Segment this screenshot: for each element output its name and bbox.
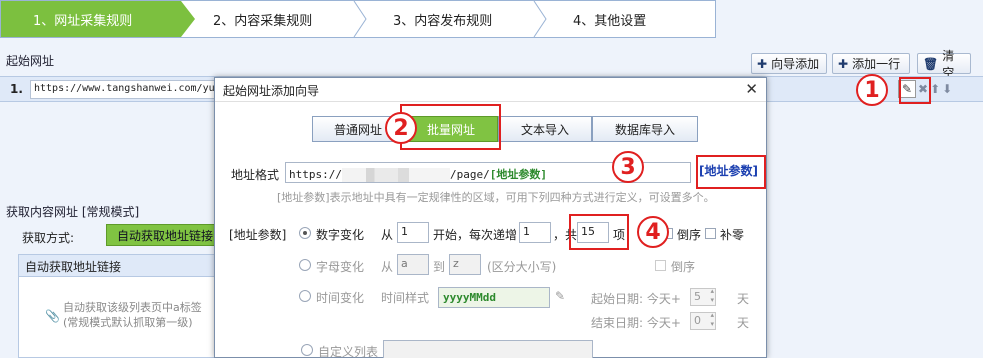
close-icon[interactable]: ✕ [745, 80, 758, 98]
custom-list-input[interactable] [383, 340, 593, 358]
note-line-2: (常规模式默认抓取第一级) [63, 316, 193, 329]
letter-reverse-checkbox[interactable] [655, 260, 666, 271]
start-url-input[interactable]: https://www.tangshanwei.com/yu [30, 80, 220, 99]
trash-icon: 🗑 [923, 56, 939, 71]
callout-number-3: 3 [612, 151, 644, 183]
auto-get-links-button[interactable]: 自动获取地址链接 [106, 224, 218, 246]
auto-links-panel-header: 自动获取地址链接 [19, 255, 217, 277]
plus-icon: ✚ [757, 56, 768, 71]
numeric-reverse-label: 倒序 [677, 228, 702, 242]
numeric-start-label: 开始，每次递增 [433, 228, 518, 242]
letter-to-input[interactable]: z [449, 254, 481, 275]
step-tab-content-rules[interactable]: 2、内容采集规则 [181, 1, 367, 37]
letter-label: 字母变化 [316, 260, 365, 274]
time-style-label: 时间样式 [381, 291, 430, 305]
step-arrow [181, 1, 195, 37]
start-day-unit: 天 [737, 292, 750, 306]
tab-text-import[interactable]: 文本导入 [498, 116, 592, 142]
step-tab-other-settings[interactable]: 4、其他设置 [541, 1, 715, 37]
custom-list-radio[interactable] [301, 344, 313, 356]
auto-links-note: 自动获取该级列表页中a标签 (常规模式默认抓取第一级) [63, 300, 202, 330]
letter-from-label: 从 [381, 260, 394, 274]
callout-number-2: 2 [385, 112, 417, 144]
redacted-domain [341, 168, 450, 182]
start-date-stepper[interactable]: 5 [690, 287, 716, 306]
custom-list-label: 自定义列表 [318, 345, 379, 358]
numeric-from-input[interactable]: 1 [397, 222, 429, 243]
pencil-icon[interactable]: ✎ [555, 289, 565, 303]
callout-number-4: 4 [637, 216, 669, 248]
step-tab-label: 3、内容发布规则 [393, 13, 493, 29]
letter-radio[interactable] [299, 259, 311, 271]
step-tab-url-rules[interactable]: 1、网址采集规则 [1, 1, 195, 37]
step-tab-label: 2、内容采集规则 [213, 13, 313, 29]
move-down-icon[interactable]: ⬇ [942, 82, 952, 96]
chevron-right-icon [533, 1, 547, 37]
numeric-step-input[interactable]: 1 [519, 222, 551, 243]
wizard-add-button[interactable]: ✚ 向导添加 [751, 53, 827, 74]
end-date-stepper[interactable]: 0 [690, 311, 716, 330]
paperclip-icon: 📎 [45, 309, 60, 323]
step-tab-label: 1、网址采集规则 [33, 13, 133, 29]
time-label: 时间变化 [316, 291, 365, 305]
callout-box-param-link [696, 155, 766, 189]
format-prefix: https:// [289, 168, 342, 181]
callout-number-1: 1 [856, 74, 888, 106]
get-mode-label: 获取方式: [22, 231, 75, 245]
time-style-input[interactable]: yyyyMMdd [438, 287, 550, 308]
time-radio[interactable] [299, 290, 311, 302]
format-param: [地址参数] [489, 168, 547, 181]
start-date-label: 起始日期: 今天+ [591, 292, 681, 306]
callout-box-edit [899, 77, 931, 104]
numeric-from-label: 从 [381, 228, 394, 242]
params-label: [地址参数] [229, 228, 287, 242]
pad-zero-checkbox[interactable] [705, 228, 716, 239]
letter-from-input[interactable]: a [397, 254, 429, 275]
dialog-title: 起始网址添加向导 [223, 84, 320, 98]
start-urls-title: 起始网址 [6, 54, 55, 68]
content-urls-title: 获取内容网址 [常规模式] [6, 205, 140, 219]
step-tabs: 1、网址采集规则 2、内容采集规则 3、内容发布规则 4、其他设置 [0, 0, 716, 38]
letter-to-label: 到 [433, 260, 446, 274]
pad-zero-label: 补零 [720, 228, 745, 242]
letter-reverse-label: 倒序 [671, 260, 696, 274]
note-line-1: 自动获取该级列表页中a标签 [63, 301, 202, 314]
tab-database-import[interactable]: 数据库导入 [592, 116, 698, 142]
end-day-unit: 天 [737, 316, 750, 330]
letter-case-label: (区分大小写) [487, 260, 557, 274]
chevron-right-icon [353, 1, 367, 37]
auto-links-panel: 自动获取地址链接 📎 自动获取该级列表页中a标签 (常规模式默认抓取第一级) [18, 254, 218, 358]
move-up-icon[interactable]: ⬆ [930, 82, 940, 96]
numeric-label: 数字变化 [316, 228, 365, 242]
format-suffix: /page/ [449, 168, 490, 181]
wizard-add-label: 向导添加 [771, 57, 820, 71]
clear-button[interactable]: 🗑 清空 [917, 49, 971, 80]
format-label: 地址格式 [231, 168, 280, 182]
callout-box-count [569, 214, 629, 250]
dialog-title-bar: 起始网址添加向导 ✕ [215, 78, 766, 102]
step-tab-publish-rules[interactable]: 3、内容发布规则 [361, 1, 547, 37]
add-row-button[interactable]: ✚ 添加一行 [832, 53, 910, 74]
numeric-radio[interactable] [299, 227, 311, 239]
param-hint: [地址参数]表示地址中具有一定规律性的区域，可用下列四种方式进行定义，可设置多个… [277, 191, 715, 204]
step-tab-label: 4、其他设置 [573, 13, 647, 29]
end-date-label: 结束日期: 今天+ [591, 316, 681, 330]
plus-icon: ✚ [838, 56, 849, 71]
add-row-label: 添加一行 [852, 57, 901, 71]
row-index: 1. [10, 82, 23, 96]
